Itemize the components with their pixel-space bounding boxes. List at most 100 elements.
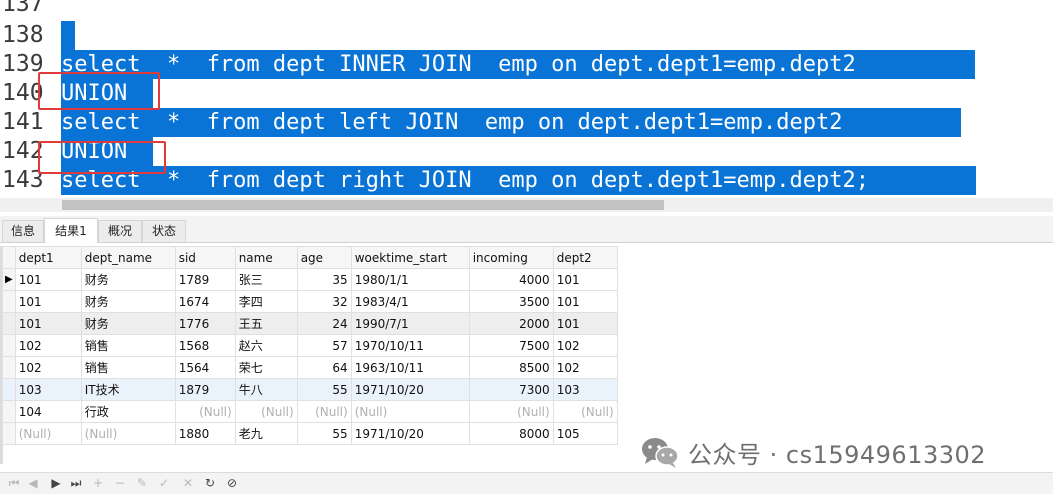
column-header[interactable]: incoming (468, 246, 554, 269)
table-cell[interactable]: 荣七 (234, 356, 298, 379)
last-record-icon[interactable]: ⏭ (68, 475, 84, 491)
refresh-icon[interactable]: ↻ (202, 475, 218, 491)
table-cell[interactable]: 1990/7/1 (350, 312, 470, 335)
table-cell[interactable]: 财务 (80, 312, 176, 335)
table-cell[interactable]: 1564 (174, 356, 236, 379)
table-cell[interactable]: (Null) (14, 422, 82, 445)
column-header[interactable]: dept_name (80, 246, 176, 269)
table-cell[interactable]: 101 (552, 268, 618, 291)
table-row[interactable]: 102 销售 1568 赵六 57 1970/10/11 7500 102 (2, 334, 618, 357)
tab-info[interactable]: 信息 (2, 220, 44, 242)
table-cell[interactable]: 104 (14, 400, 82, 423)
previous-record-icon[interactable]: ◀ (25, 475, 41, 491)
editor-horizontal-scrollbar[interactable] (0, 198, 1053, 212)
table-cell[interactable]: 55 (296, 378, 352, 401)
column-header[interactable]: name (234, 246, 298, 269)
table-cell[interactable]: 32 (296, 290, 352, 313)
table-cell[interactable]: 102 (552, 334, 618, 357)
table-cell[interactable]: 1963/10/11 (350, 356, 470, 379)
table-cell[interactable]: 1980/1/1 (350, 268, 470, 291)
table-cell[interactable]: (Null) (350, 400, 470, 423)
table-cell[interactable]: 2000 (468, 312, 554, 335)
add-record-icon[interactable]: + (90, 475, 106, 491)
table-row[interactable]: 103 IT技术 1879 牛八 55 1971/10/20 7300 103 (2, 378, 618, 401)
table-cell[interactable]: 35 (296, 268, 352, 291)
table-cell[interactable]: 1970/10/11 (350, 334, 470, 357)
table-row[interactable]: 104 行政 (Null) (Null) (Null) (Null) (Null) (Null… (2, 400, 618, 423)
table-cell[interactable]: 7500 (468, 334, 554, 357)
table-cell[interactable]: 8000 (468, 422, 554, 445)
table-row[interactable]: 101 财务 1674 李四 32 1983/4/1 3500 101 (2, 290, 618, 313)
table-cell[interactable]: 1879 (174, 378, 236, 401)
result-grid[interactable]: dept1 dept_name sid name age woektime_st… (2, 246, 618, 445)
table-cell[interactable]: 老九 (234, 422, 298, 445)
table-cell[interactable]: 1776 (174, 312, 236, 335)
table-cell[interactable]: 102 (552, 356, 618, 379)
table-cell[interactable]: 105 (552, 422, 618, 445)
table-row[interactable]: 102 销售 1564 荣七 64 1963/10/11 8500 102 (2, 356, 618, 379)
scrollbar-thumb[interactable] (62, 200, 664, 210)
table-cell[interactable]: 1674 (174, 290, 236, 313)
table-cell[interactable]: (Null) (296, 400, 352, 423)
table-cell[interactable]: 1971/10/20 (350, 422, 470, 445)
table-cell[interactable]: 财务 (80, 268, 176, 291)
edit-record-icon[interactable]: ✎ (134, 475, 150, 491)
table-cell[interactable]: 3500 (468, 290, 554, 313)
table-cell[interactable]: 7300 (468, 378, 554, 401)
discard-changes-icon[interactable]: ✕ (180, 475, 196, 491)
table-cell[interactable]: 1971/10/20 (350, 378, 470, 401)
table-cell[interactable]: 103 (14, 378, 82, 401)
tab-status[interactable]: 状态 (142, 220, 186, 242)
table-cell[interactable]: (Null) (552, 400, 618, 423)
table-cell[interactable]: 销售 (80, 334, 176, 357)
next-record-icon[interactable]: ▶ (48, 475, 64, 491)
delete-record-icon[interactable]: − (112, 475, 128, 491)
table-row[interactable]: ▶ 101 财务 1789 张三 35 1980/1/1 4000 101 (2, 268, 618, 291)
table-cell[interactable]: 101 (14, 312, 82, 335)
table-cell[interactable]: 1789 (174, 268, 236, 291)
stop-icon[interactable]: ⊘ (224, 475, 240, 491)
table-cell[interactable]: 张三 (234, 268, 298, 291)
table-cell[interactable]: 王五 (234, 312, 298, 335)
table-cell[interactable]: 102 (14, 334, 82, 357)
table-cell[interactable]: 101 (552, 312, 618, 335)
table-cell[interactable]: 赵六 (234, 334, 298, 357)
sql-editor[interactable]: 137 138 139 select * from dept INNER JOI… (0, 0, 1053, 198)
table-cell[interactable]: 1880 (174, 422, 236, 445)
table-cell[interactable]: 销售 (80, 356, 176, 379)
table-cell[interactable]: 李四 (234, 290, 298, 313)
table-cell[interactable]: 101 (14, 268, 82, 291)
tab-result1[interactable]: 结果1 (44, 218, 98, 243)
column-header[interactable]: dept1 (14, 246, 82, 269)
table-cell[interactable]: 102 (14, 356, 82, 379)
table-cell[interactable]: IT技术 (80, 378, 176, 401)
table-cell[interactable]: (Null) (80, 422, 176, 445)
table-cell[interactable]: 24 (296, 312, 352, 335)
column-header[interactable]: sid (174, 246, 236, 269)
table-cell[interactable]: 行政 (80, 400, 176, 423)
table-cell[interactable]: 57 (296, 334, 352, 357)
table-cell[interactable]: 1568 (174, 334, 236, 357)
table-cell[interactable]: (Null) (234, 400, 298, 423)
table-cell[interactable]: 103 (552, 378, 618, 401)
table-cell[interactable]: (Null) (174, 400, 236, 423)
column-header[interactable]: woektime_start (350, 246, 470, 269)
table-cell[interactable]: 55 (296, 422, 352, 445)
table-cell[interactable]: 1983/4/1 (350, 290, 470, 313)
table-cell[interactable]: 101 (552, 290, 618, 313)
table-cell[interactable]: 财务 (80, 290, 176, 313)
table-cell[interactable]: 牛八 (234, 378, 298, 401)
table-row[interactable]: (Null) (Null) 1880 老九 55 1971/10/20 8000 105 (2, 422, 618, 445)
column-header[interactable]: dept2 (552, 246, 618, 269)
table-row[interactable]: 101 财务 1776 王五 24 1990/7/1 2000 101 (2, 312, 618, 335)
apply-changes-icon[interactable]: ✓ (156, 475, 172, 491)
table-cell[interactable]: (Null) (468, 400, 554, 423)
table-cell[interactable]: 8500 (468, 356, 554, 379)
column-header[interactable]: age (296, 246, 352, 269)
table-cell[interactable]: 101 (14, 290, 82, 313)
row-indicator (2, 334, 16, 357)
first-record-icon[interactable]: ⏮ (6, 475, 22, 491)
table-cell[interactable]: 4000 (468, 268, 554, 291)
table-cell[interactable]: 64 (296, 356, 352, 379)
tab-profile[interactable]: 概况 (98, 220, 142, 242)
